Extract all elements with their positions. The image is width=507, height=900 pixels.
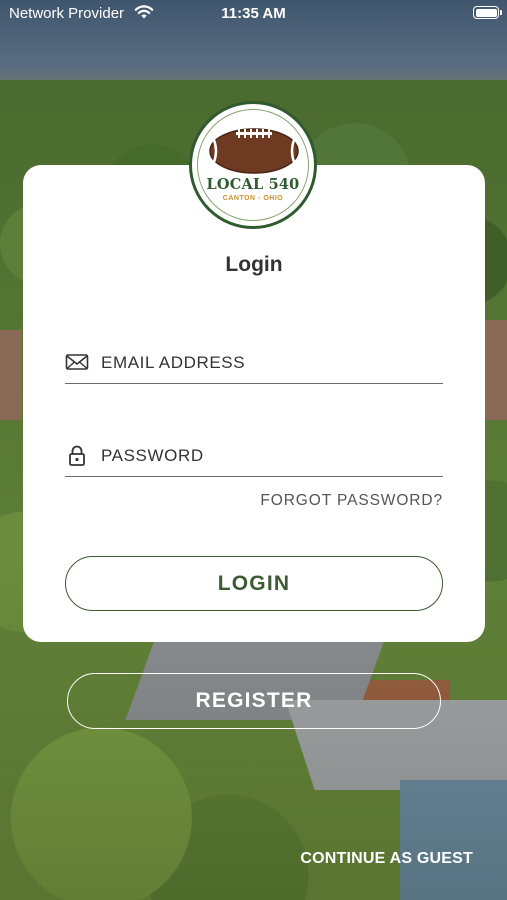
email-placeholder: EMAIL ADDRESS xyxy=(101,353,246,372)
register-button[interactable]: REGISTER xyxy=(67,673,441,729)
login-card: Login EMAIL ADDRESS PASSWORD FORGOT PASS… xyxy=(23,165,485,642)
lock-icon xyxy=(69,445,85,466)
page-title: Login xyxy=(225,253,283,276)
password-placeholder: PASSWORD xyxy=(101,446,204,465)
football-icon xyxy=(209,128,299,174)
background-building xyxy=(0,330,22,420)
email-field[interactable]: EMAIL ADDRESS xyxy=(65,343,443,384)
status-bar: Network Provider 11:35 AM xyxy=(0,0,507,28)
battery-icon xyxy=(473,6,502,19)
app-logo: LOCAL 540 CANTON - OHIO xyxy=(189,101,317,229)
logo-subtitle: CANTON - OHIO xyxy=(222,195,284,202)
status-time: 11:35 AM xyxy=(221,5,286,22)
continue-as-guest-link[interactable]: CONTINUE AS GUEST xyxy=(300,850,473,868)
forgot-password-link[interactable]: FORGOT PASSWORD? xyxy=(260,492,443,510)
password-field[interactable]: PASSWORD xyxy=(65,436,443,477)
envelope-icon xyxy=(65,354,89,370)
background-building xyxy=(485,320,507,420)
login-button[interactable]: LOGIN xyxy=(65,556,443,611)
logo-title: LOCAL 540 xyxy=(206,176,300,193)
